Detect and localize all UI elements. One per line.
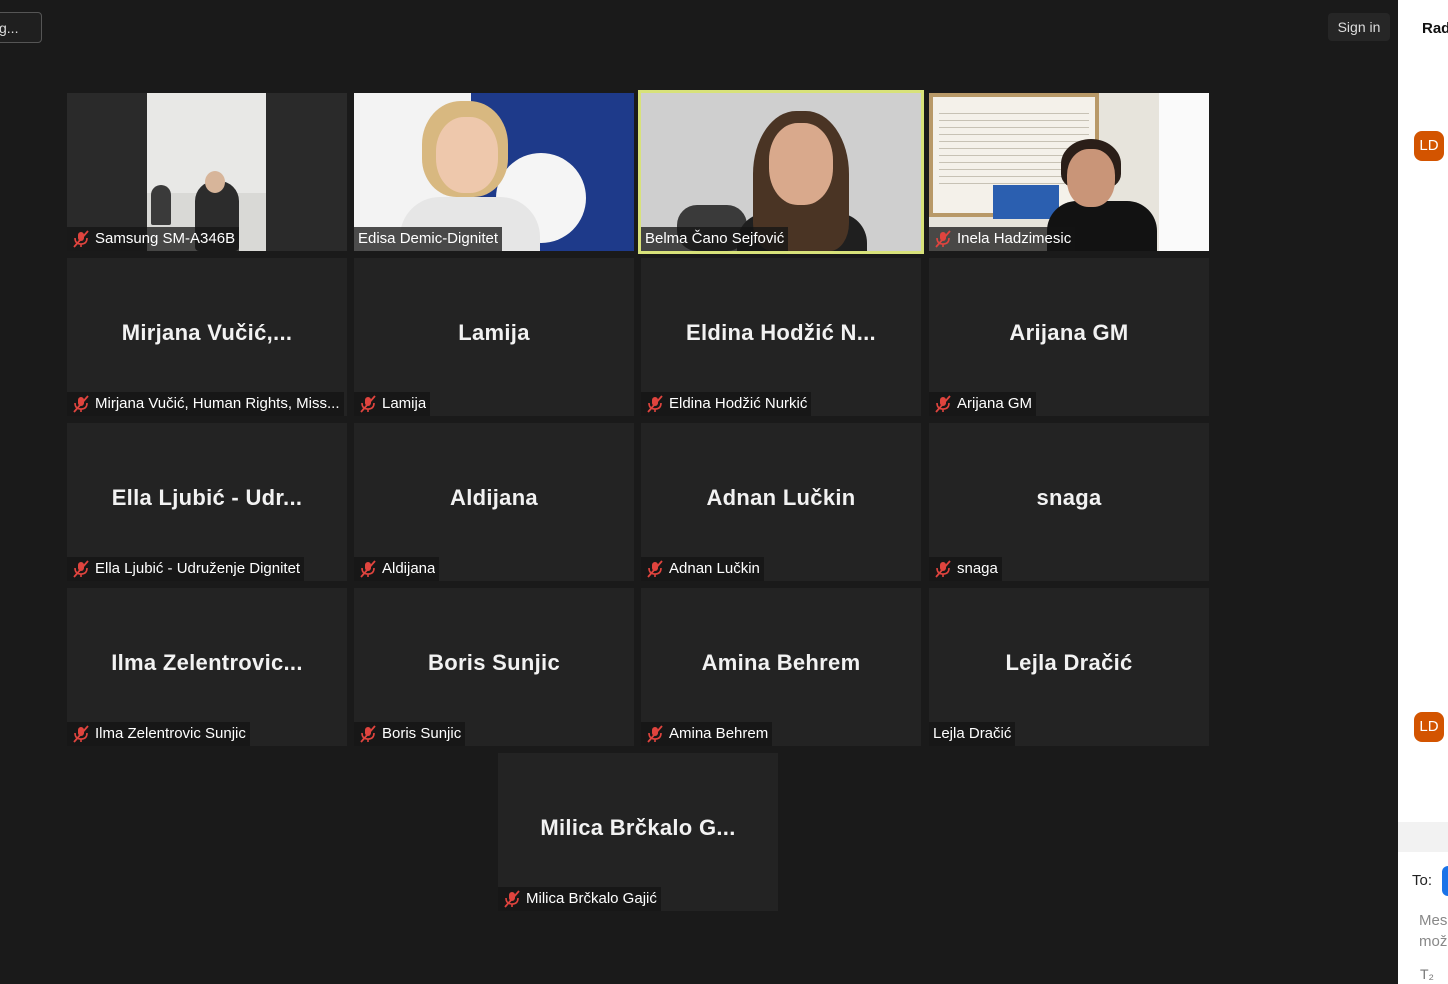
format-text-icon[interactable]: T₂ [1420,966,1434,982]
participant-display-name: Arijana GM [1009,320,1129,345]
participant-tile[interactable]: Lejla Dračić Lejla Dračić [929,588,1209,746]
participant-name-label: Samsung SM-A346B [67,227,240,251]
participant-name-label: Arijana GM [929,392,1037,416]
participant-tile-video[interactable]: Edisa Demic-Dignitet [354,93,634,251]
participant-name: Belma Čano Sejfović [645,230,785,247]
chat-panel-title: Rad [1422,20,1448,37]
mic-muted-icon [504,890,520,908]
participant-name: Amina Behrem [669,725,769,742]
mic-muted-icon [647,395,663,413]
participant-name-label: Amina Behrem [641,722,773,746]
mic-muted-icon [73,395,89,413]
participant-tile[interactable]: snaga snaga [929,423,1209,581]
participant-name: Adnan Lučkin [669,560,760,577]
participant-tile[interactable]: Arijana GM Arijana GM [929,258,1209,416]
participant-name: Ilma Zelentrovic Sunjic [95,725,246,742]
chat-panel: Rad LD LD To: Mes mož T₂ [1398,0,1448,984]
participant-name-label: Belma Čano Sejfović [641,227,789,251]
mic-muted-icon [935,395,951,413]
participant-display-name: Eldina Hodžić N... [686,320,876,345]
avatar[interactable]: LD [1414,131,1444,161]
participant-name-label: snaga [929,557,1002,581]
participant-tile[interactable]: Boris Sunjic Boris Sunjic [354,588,634,746]
avatar[interactable]: LD [1414,712,1444,742]
participant-name: Boris Sunjic [382,725,462,742]
participant-tile-active-speaker[interactable]: Belma Čano Sejfović [638,90,924,254]
mic-muted-icon [647,560,663,578]
mic-muted-icon [73,230,89,248]
participant-display-name: Ilma Zelentrovic... [111,650,303,675]
participant-display-name: snaga [1036,485,1102,510]
sign-in-button[interactable]: Sign in [1328,13,1390,41]
participant-name-label: Milica Brčkalo Gajić [498,887,661,911]
participant-tile[interactable]: Mirjana Vučić,... Mirjana Vučić, Human R… [67,258,347,416]
participant-name: Ella Ljubić - Udruženje Dignitet [95,560,301,577]
participant-display-name: Lamija [458,320,530,345]
participant-name-label: Ella Ljubić - Udruženje Dignitet [67,557,305,581]
participant-name-label: Inela Hadzimesic [929,227,1076,251]
participant-tile-video[interactable]: Samsung SM-A346B [67,93,347,251]
participant-name: Mirjana Vučić, Human Rights, Miss... [95,395,340,412]
participant-name-label: Lamija [354,392,431,416]
meeting-pill[interactable]: g... [0,12,42,43]
mic-muted-icon [73,560,89,578]
participant-tile-video[interactable]: Inela Hadzimesic [929,93,1209,251]
message-input[interactable]: Mes mož [1419,910,1447,952]
recipient-dropdown[interactable] [1442,866,1448,896]
participant-name: Lamija [382,395,427,412]
participant-name-label: Adnan Lučkin [641,557,764,581]
participant-display-name: Milica Brčkalo G... [540,815,736,840]
participant-tile[interactable]: Adnan Lučkin Adnan Lučkin [641,423,921,581]
participant-tile[interactable]: Ilma Zelentrovic... Ilma Zelentrovic Sun… [67,588,347,746]
participant-name: Inela Hadzimesic [957,230,1072,247]
to-label: To: [1412,872,1433,889]
participant-display-name: Amina Behrem [701,650,861,675]
participant-name-label: Ilma Zelentrovic Sunjic [67,722,250,746]
participant-tile[interactable]: Amina Behrem Amina Behrem [641,588,921,746]
chat-divider [1398,822,1448,852]
mic-muted-icon [935,230,951,248]
participant-tile[interactable]: Eldina Hodžić N... Eldina Hodžić Nurkić [641,258,921,416]
participant-display-name: Ella Ljubić - Udr... [111,485,303,510]
participant-name-label: Edisa Demic-Dignitet [354,227,503,251]
participant-name: Arijana GM [957,395,1033,412]
mic-muted-icon [647,725,663,743]
participant-name: snaga [957,560,998,577]
participant-tile[interactable]: Ella Ljubić - Udr... Ella Ljubić - Udruž… [67,423,347,581]
participant-name: Milica Brčkalo Gajić [526,890,657,907]
participant-display-name: Mirjana Vučić,... [121,320,293,345]
participant-tile[interactable]: Milica Brčkalo G... Milica Brčkalo Gajić [498,753,778,911]
participant-display-name: Boris Sunjic [428,650,560,675]
participant-name-label: Boris Sunjic [354,722,466,746]
video-gallery: g... Sign in Samsung SM-A346B Edisa Demi… [0,0,1398,984]
participant-tile[interactable]: Lamija Lamija [354,258,634,416]
mic-muted-icon [73,725,89,743]
participant-display-name: Adnan Lučkin [706,485,856,510]
participant-name-label: Lejla Dračić [929,722,1016,746]
participant-tile[interactable]: Aldijana Aldijana [354,423,634,581]
participant-name-label: Eldina Hodžić Nurkić [641,392,812,416]
mic-muted-icon [360,560,376,578]
participant-display-name: Aldijana [450,485,538,510]
participant-name: Edisa Demic-Dignitet [358,230,499,247]
participant-name-label: Mirjana Vučić, Human Rights, Miss... [67,392,344,416]
participant-name-label: Aldijana [354,557,440,581]
participant-name: Samsung SM-A346B [95,230,236,247]
participant-display-name: Lejla Dračić [1005,650,1133,675]
participant-name: Lejla Dračić [933,725,1012,742]
mic-muted-icon [935,560,951,578]
mic-muted-icon [360,725,376,743]
participant-name: Eldina Hodžić Nurkić [669,395,808,412]
mic-muted-icon [360,395,376,413]
participant-name: Aldijana [382,560,436,577]
